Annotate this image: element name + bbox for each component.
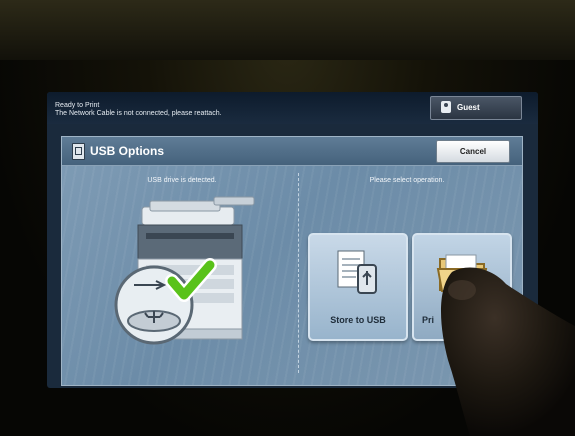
- usb-port-icon: [114, 265, 194, 345]
- status-bar: Ready to Print The Network Cable is not …: [47, 92, 538, 124]
- cancel-button[interactable]: Cancel: [436, 140, 510, 163]
- dialog-header: USB Options Cancel: [62, 137, 522, 166]
- print-from-usb-button[interactable]: Pri: [412, 233, 512, 341]
- folder-icon: [436, 254, 488, 292]
- dialog-title: USB Options: [90, 144, 164, 158]
- store-to-usb-icon: [337, 250, 377, 294]
- store-to-usb-button[interactable]: Store to USB: [308, 233, 408, 341]
- user-label: Guest: [457, 103, 480, 112]
- select-operation-prompt: Please select operation.: [369, 177, 445, 184]
- bezel-top: [0, 0, 575, 60]
- usb-options-dialog: USB Options Cancel USB drive is detected…: [61, 136, 523, 386]
- status-message-ready: Ready to Print: [55, 102, 100, 109]
- print-from-usb-label: Pri: [422, 315, 435, 325]
- user-icon: [441, 101, 451, 113]
- section-divider: [298, 173, 299, 373]
- touch-screen: Ready to Print The Network Cable is not …: [47, 92, 538, 388]
- usb-detected-message: USB drive is detected.: [147, 177, 217, 184]
- printer-usb-illustration: [114, 196, 255, 345]
- status-message-network: The Network Cable is not connected, plea…: [55, 110, 222, 117]
- store-to-usb-label: Store to USB: [330, 315, 386, 325]
- user-button[interactable]: Guest: [430, 96, 522, 120]
- usb-drive-icon: [72, 143, 85, 160]
